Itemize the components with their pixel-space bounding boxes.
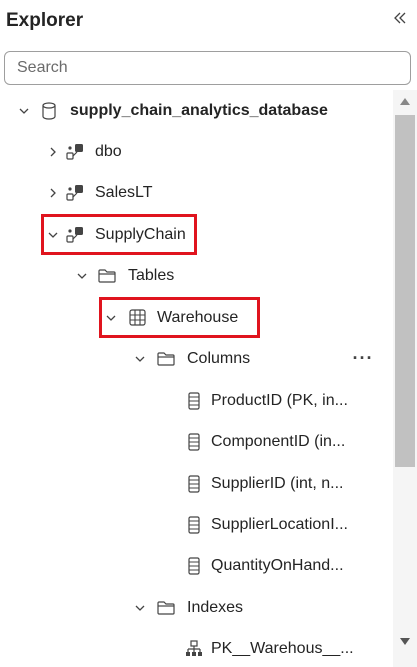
tree-item-label: ComponentID (in... (211, 432, 346, 450)
chevron-down-icon[interactable] (133, 601, 147, 615)
tree-item-label: dbo (95, 142, 122, 160)
tree-item-column[interactable]: SupplierLocationI... (0, 504, 392, 545)
index-icon (185, 639, 203, 658)
tree-item-folder-columns[interactable]: Columns ··· (0, 338, 392, 379)
double-chevron-left-icon (394, 12, 406, 24)
schema-icon (66, 143, 84, 161)
tree-item-label: SalesLT (95, 183, 153, 201)
tree-item-schema-supplychain[interactable]: SupplyChain (0, 214, 392, 255)
tree-item-label: Tables (128, 266, 175, 284)
folder-icon (157, 350, 175, 368)
tree-item-label: ProductID (PK, in... (211, 391, 348, 409)
tree-item-column[interactable]: ProductID (PK, in... (0, 380, 392, 421)
chevron-down-icon[interactable] (75, 269, 89, 283)
column-icon (185, 474, 203, 493)
tree-item-column[interactable]: ComponentID (in... (0, 421, 392, 462)
tree-item-label: SupplyChain (95, 225, 186, 243)
tree-item-label: supply_chain_analytics_database (70, 101, 328, 119)
tree-item-label: Indexes (187, 598, 244, 616)
explorer-panel: Explorer supply_chain_analytics_database (0, 0, 417, 667)
tree-item-label: QuantityOnHand... (211, 556, 344, 574)
tree-item-schema-saleslt[interactable]: SalesLT (0, 172, 392, 213)
tree-item-column[interactable]: SupplierID (int, n... (0, 463, 392, 504)
column-icon (185, 556, 203, 575)
collapse-panel-button[interactable] (388, 6, 412, 30)
tree-item-label: SupplierLocationI... (211, 515, 348, 533)
tree-item-label: PK__Warehous__... (211, 639, 354, 657)
folder-icon (98, 267, 116, 285)
scroll-up-arrow-icon[interactable] (397, 94, 413, 108)
schema-icon (66, 184, 84, 202)
more-options-button[interactable]: ··· (352, 348, 374, 368)
scroll-down-arrow-icon[interactable] (397, 634, 413, 648)
object-tree: supply_chain_analytics_database dbo Sale… (0, 90, 392, 667)
chevron-down-icon[interactable] (17, 104, 31, 118)
chevron-down-icon[interactable] (46, 228, 60, 242)
chevron-down-icon[interactable] (133, 352, 147, 366)
database-icon (40, 101, 58, 120)
chevron-right-icon[interactable] (46, 145, 60, 159)
tree-item-label: Columns (187, 349, 251, 367)
tree-item-table-warehouse[interactable]: Warehouse (0, 297, 392, 338)
tree-item-database[interactable]: supply_chain_analytics_database (0, 90, 392, 131)
tree-item-folder-indexes[interactable]: Indexes (0, 587, 392, 628)
folder-icon (157, 599, 175, 617)
panel-title: Explorer (6, 10, 84, 31)
tree-item-index[interactable]: PK__Warehous__... (0, 628, 392, 667)
tree-item-schema-dbo[interactable]: dbo (0, 131, 392, 172)
chevron-right-icon[interactable] (46, 186, 60, 200)
search-input[interactable] (4, 51, 411, 85)
tree-item-column[interactable]: QuantityOnHand... (0, 545, 392, 586)
schema-icon (66, 226, 84, 244)
explorer-header: Explorer (0, 0, 417, 44)
chevron-down-icon[interactable] (104, 311, 118, 325)
table-icon (128, 309, 146, 327)
column-icon (185, 432, 203, 451)
column-icon (185, 515, 203, 534)
tree-item-label: Warehouse (157, 308, 239, 326)
tree-item-folder-tables[interactable]: Tables (0, 255, 392, 296)
vertical-scrollbar[interactable] (393, 90, 417, 667)
tree-item-label: SupplierID (int, n... (211, 474, 344, 492)
scrollbar-thumb[interactable] (395, 115, 415, 467)
column-icon (185, 391, 203, 410)
